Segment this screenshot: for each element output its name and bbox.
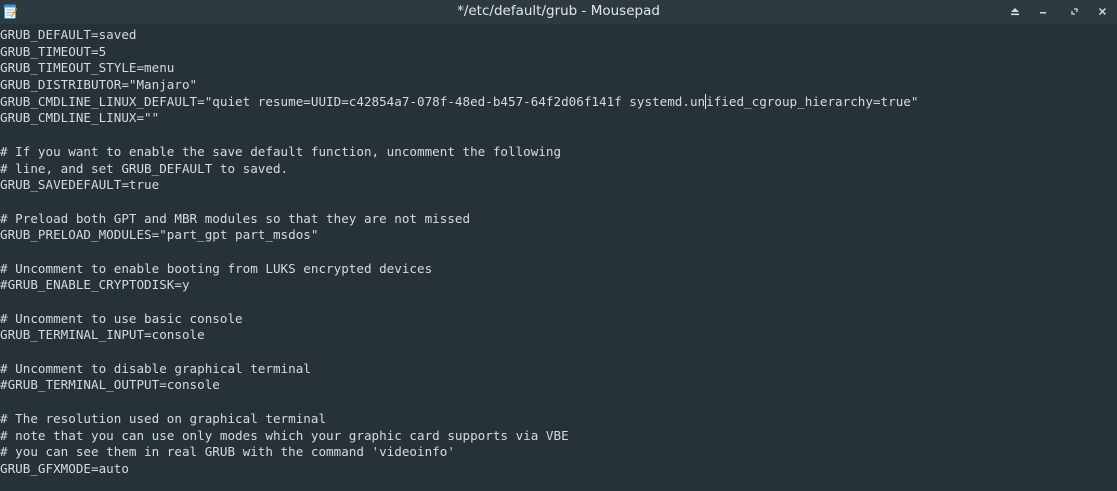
editor-line[interactable]: GRUB_DISTRIBUTOR="Manjaro" xyxy=(0,77,918,94)
minimize-button[interactable] xyxy=(1034,3,1052,21)
editor-line-text-before-cursor: GRUB_CMDLINE_LINUX_DEFAULT="quiet resume… xyxy=(0,93,706,109)
maximize-icon xyxy=(1070,4,1079,20)
editor-line[interactable]: # The resolution used on graphical termi… xyxy=(0,411,918,428)
editor-line[interactable]: GRUB_GFXMODE=auto xyxy=(0,461,918,478)
editor-line[interactable]: #GRUB_TERMINAL_OUTPUT=console xyxy=(0,377,918,394)
editor-line[interactable]: GRUB_SAVEDEFAULT=true xyxy=(0,177,918,194)
editor-line[interactable] xyxy=(0,344,918,361)
editor-line[interactable]: GRUB_CMDLINE_LINUX="" xyxy=(0,110,918,127)
editor-line[interactable]: # note that you can use only modes which… xyxy=(0,428,918,445)
text-editor-area[interactable]: GRUB_DEFAULT=saved GRUB_TIMEOUT=5 GRUB_TIM… xyxy=(0,24,1117,491)
editor-line[interactable]: #GRUB_ENABLE_CRYPTODISK=y xyxy=(0,277,918,294)
editor-line[interactable] xyxy=(0,394,918,411)
editor-line[interactable] xyxy=(0,244,918,261)
editor-line[interactable]: GRUB_DEFAULT=saved xyxy=(0,27,918,44)
editor-line[interactable] xyxy=(0,294,918,311)
editor-line[interactable] xyxy=(0,194,918,211)
close-button[interactable] xyxy=(1093,3,1111,21)
shade-icon xyxy=(1010,4,1020,20)
minimize-icon xyxy=(1039,4,1047,20)
editor-line[interactable]: # you can see them in real GRUB with the… xyxy=(0,444,918,461)
close-icon xyxy=(1098,4,1107,20)
mousepad-window: */etc/default/grub - Mousepad GRUB_DEFAU… xyxy=(0,0,1117,491)
shade-button[interactable] xyxy=(1006,3,1024,21)
title-bar[interactable]: */etc/default/grub - Mousepad xyxy=(0,0,1117,24)
editor-line[interactable]: # Uncomment to enable booting from LUKS … xyxy=(0,261,918,278)
editor-line-text-after-cursor: ified_cgroup_hierarchy=true" xyxy=(706,93,919,109)
editor-line[interactable]: # Uncomment to use basic console xyxy=(0,311,918,328)
editor-line[interactable]: # line, and set GRUB_DEFAULT to saved. xyxy=(0,161,918,178)
editor-line[interactable]: GRUB_PRELOAD_MODULES="part_gpt part_msdo… xyxy=(0,227,918,244)
editor-line[interactable]: GRUB_TIMEOUT_STYLE=menu xyxy=(0,60,918,77)
code-text[interactable]: GRUB_DEFAULT=saved GRUB_TIMEOUT=5 GRUB_TIM… xyxy=(0,27,918,478)
window-title: */etc/default/grub - Mousepad xyxy=(457,3,660,19)
editor-line[interactable]: GRUB_CMDLINE_LINUX_DEFAULT="quiet resume… xyxy=(0,93,919,111)
editor-line[interactable]: GRUB_TIMEOUT=5 xyxy=(0,44,918,61)
editor-line[interactable]: # Preload both GPT and MBR modules so th… xyxy=(0,211,918,228)
editor-line[interactable] xyxy=(0,127,918,144)
editor-line[interactable]: # Uncomment to disable graphical termina… xyxy=(0,361,918,378)
editor-line[interactable]: # If you want to enable the save default… xyxy=(0,144,918,161)
maximize-button[interactable] xyxy=(1065,3,1083,21)
editor-line[interactable]: GRUB_TERMINAL_INPUT=console xyxy=(0,327,918,344)
